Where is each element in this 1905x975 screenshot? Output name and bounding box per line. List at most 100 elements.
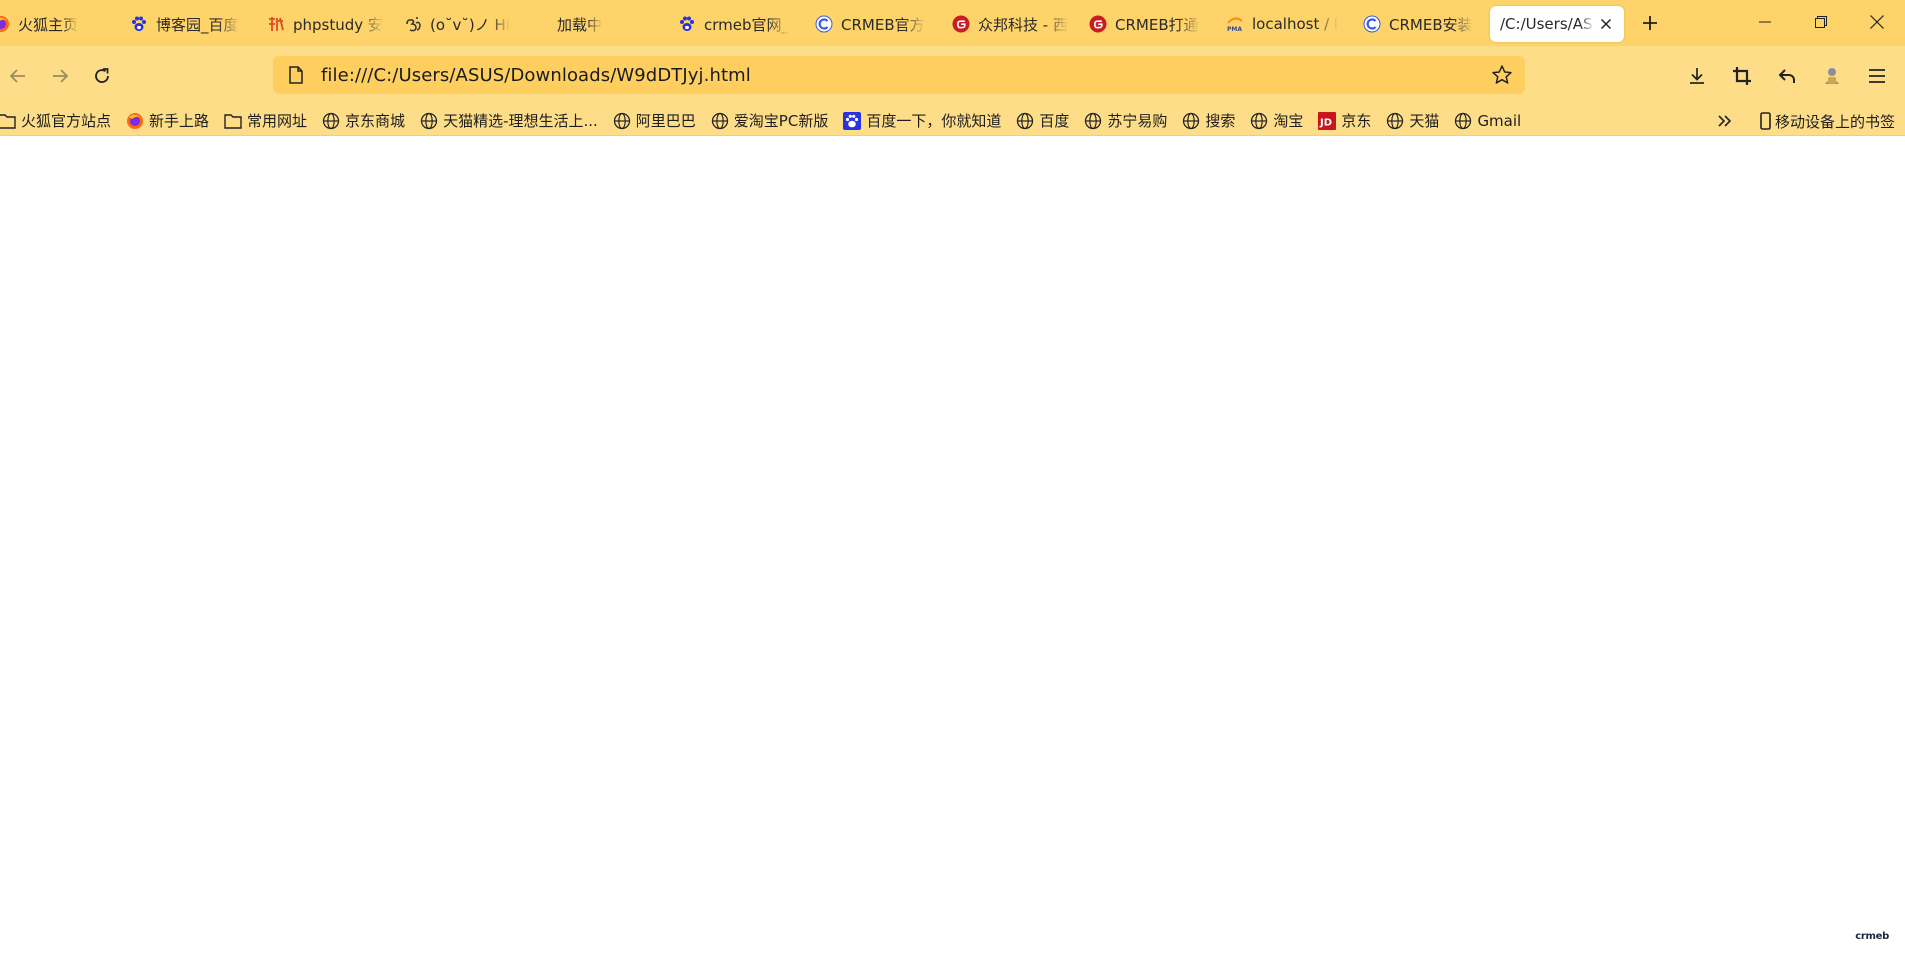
download-icon: [1689, 68, 1704, 84]
undo-close-tab-button[interactable]: [1764, 58, 1809, 94]
minimize-button[interactable]: [1737, 0, 1793, 44]
bookmark-jd[interactable]: JD 京东: [1318, 107, 1376, 135]
tab-crmeb-connect[interactable]: CRMEB打通: [1079, 6, 1216, 42]
restore-button[interactable]: [1793, 0, 1849, 44]
globe-icon: [1016, 112, 1034, 130]
bookmark-label: 阿里巴巴: [635, 112, 696, 130]
close-icon[interactable]: [1598, 16, 1614, 32]
bookmarks-overflow-button[interactable]: [1713, 106, 1737, 136]
tab-firefox-home[interactable]: 火狐主页: [0, 6, 120, 42]
close-icon: [1870, 15, 1884, 29]
reload-icon: [95, 68, 109, 83]
navigation-toolbar: file:///C:/Users/ASUS/Downloads/W9dDTJyj…: [0, 46, 1905, 106]
tab-crmeb-official[interactable]: CRMEB官方: [805, 6, 942, 42]
tab-crmeb-install[interactable]: CRMEB安装: [1353, 6, 1490, 42]
crmeb-c-icon: [815, 15, 833, 33]
window-controls: [1737, 0, 1905, 46]
tab-cnblogs-baidu[interactable]: 博客园_百度: [120, 6, 257, 42]
folder-icon: [0, 112, 16, 130]
bookmark-jd-mall[interactable]: 京东商城: [322, 107, 410, 135]
bookmark-folder-common-sites[interactable]: 常用网址: [224, 107, 312, 135]
reload-button[interactable]: [84, 58, 120, 94]
bookmark-label: 天猫精选-理想生活上...: [443, 112, 598, 130]
bookmark-star-button[interactable]: [1489, 62, 1515, 88]
firefox-icon: [0, 15, 10, 33]
globe-icon: [322, 112, 340, 130]
chevron-double-right-icon: [1718, 115, 1732, 127]
bookmark-label: 百度: [1039, 112, 1070, 130]
tab-label: 火狐主页: [18, 15, 79, 34]
mobile-bookmarks-label: 移动设备上的书签: [1774, 112, 1895, 131]
pma-badge: PMA: [1227, 26, 1242, 33]
toolbar-right-group: [1674, 46, 1905, 106]
bookmark-label: 火狐官方站点: [21, 112, 112, 130]
tab-label: (o˘v˘)ノ Hi: [430, 15, 510, 34]
close-window-button[interactable]: [1849, 0, 1905, 44]
tab-label: 加载中: [557, 15, 603, 34]
globe-icon: [1386, 112, 1404, 130]
tab-label: CRMEB官方: [841, 15, 925, 34]
mobile-bookmarks-folder[interactable]: 移动设备上的书签: [1760, 106, 1895, 136]
arrow-right-icon: [53, 69, 69, 83]
bookmark-alibaba[interactable]: 阿里巴巴: [613, 107, 701, 135]
bookmark-label: 爱淘宝PC新版: [733, 112, 829, 130]
bookmark-label: 京东商城: [345, 112, 406, 130]
bookmark-tmall-select[interactable]: 天猫精选-理想生活上...: [420, 107, 603, 135]
bookmark-label: Gmail: [1477, 111, 1522, 130]
tab-label: localhost / l: [1252, 15, 1339, 33]
bookmark-folder-firefox-official[interactable]: 火狐官方站点: [0, 107, 116, 135]
mobile-device-icon: [1760, 112, 1772, 130]
jd-badge: JD: [1319, 117, 1332, 128]
extension-person-icon: [1824, 68, 1839, 84]
globe-icon: [1084, 112, 1102, 130]
bookmarks-toolbar: 火狐官方站点 新手上路 常用网址 京东商城 天猫精选-理想生活上... 阿里巴巴…: [0, 106, 1905, 136]
bookmark-gmail[interactable]: Gmail: [1454, 107, 1526, 135]
arrow-left-icon: [9, 69, 25, 83]
phpmyadmin-icon: PMA: [1226, 15, 1244, 33]
globe-icon: [613, 112, 631, 130]
bookmark-tmall[interactable]: 天猫: [1386, 107, 1444, 135]
tab-label: 众邦科技 - 西: [978, 15, 1068, 34]
bookmark-getting-started[interactable]: 新手上路: [126, 107, 214, 135]
bookmark-label: 常用网址: [247, 112, 308, 130]
tab-localhost-phpmyadmin[interactable]: PMA localhost / l: [1216, 6, 1353, 42]
tab-active-local-file[interactable]: /C:/Users/ASUS: [1490, 6, 1624, 42]
address-bar[interactable]: file:///C:/Users/ASUS/Downloads/W9dDTJyj…: [273, 56, 1525, 94]
tab-label: phpstudy 安: [293, 15, 383, 34]
baidu-paw-icon: [843, 111, 862, 130]
bookmark-search[interactable]: 搜索: [1182, 107, 1240, 135]
bookmark-baidu[interactable]: 百度: [1016, 107, 1074, 135]
tab-label: crmeb官网_: [704, 15, 790, 34]
minimize-icon: [1759, 21, 1771, 23]
restore-icon: [1815, 16, 1827, 28]
tab-strip: 火狐主页 博客园_百度 phpstudy 安 (o˘v˘)ノ Hi 加载中 cr…: [0, 0, 1905, 46]
bookmark-taobao[interactable]: 淘宝: [1250, 107, 1308, 135]
gitee-icon: [952, 15, 970, 33]
globe-icon: [420, 112, 438, 130]
tab-loading[interactable]: 加载中: [531, 6, 668, 42]
menu-button[interactable]: [1854, 58, 1899, 94]
bookmark-label: 苏宁易购: [1107, 112, 1168, 130]
tab-crmeb-official-baidu[interactable]: crmeb官网_: [668, 6, 805, 42]
bookmark-baidu-search[interactable]: 百度一下，你就知道: [843, 107, 1006, 135]
bookmark-aitaobao[interactable]: 爱淘宝PC新版: [711, 107, 834, 135]
extension-button[interactable]: [1809, 58, 1854, 94]
tab-hi[interactable]: (o˘v˘)ノ Hi: [394, 6, 531, 42]
page-icon: [287, 66, 305, 84]
bookmark-label: 搜索: [1205, 112, 1236, 130]
undo-icon: [1778, 69, 1795, 83]
corner-logo: crmeb: [1855, 931, 1889, 942]
tab-phpstudy[interactable]: phpstudy 安: [257, 6, 394, 42]
url-text[interactable]: file:///C:/Users/ASUS/Downloads/W9dDTJyj…: [321, 65, 1489, 86]
downloads-button[interactable]: [1674, 58, 1719, 94]
bookmark-label: 新手上路: [149, 112, 210, 130]
new-tab-button[interactable]: [1628, 5, 1672, 41]
folder-icon: [224, 112, 242, 130]
crmeb-c-icon: [1363, 15, 1381, 33]
forward-button[interactable]: [42, 58, 78, 94]
back-button[interactable]: [0, 58, 36, 94]
screenshot-button[interactable]: [1719, 58, 1764, 94]
tab-zhongbang[interactable]: 众邦科技 - 西: [942, 6, 1079, 42]
baidu-paw-icon: [678, 15, 696, 33]
bookmark-suning[interactable]: 苏宁易购: [1084, 107, 1172, 135]
